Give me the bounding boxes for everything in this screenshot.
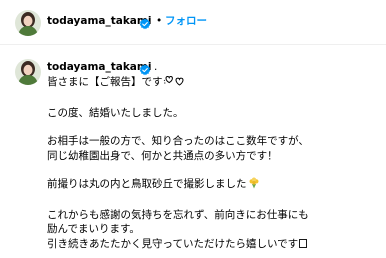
sparkle-icon xyxy=(298,238,308,254)
caption-line-text: 引き続きあたたかく見守っていただけたら嬉しいです xyxy=(47,237,299,250)
bouquet-icon xyxy=(247,177,261,194)
caption-line: 前撮りは丸の内と鳥取砂丘で撮影しました xyxy=(47,177,379,194)
caption-separator: . xyxy=(154,61,158,73)
avatar[interactable] xyxy=(15,59,41,85)
caption-block: todayama_takami . 皆さまに【ご報告】です この度、結婚いたしま… xyxy=(0,45,386,258)
caption-line: これからも感謝の気持ちを忘れず、前向きにお仕事にも xyxy=(47,208,309,221)
caption-line-text: 皆さまに【ご報告】です xyxy=(47,76,163,88)
caption-line: この度、結婚いたしました。 xyxy=(47,106,184,119)
verified-badge-icon xyxy=(139,15,151,30)
caption-line: 引き続きあたたかく見守っていただけたら嬉しいです xyxy=(47,237,379,254)
follow-button[interactable]: フォロー xyxy=(165,15,207,28)
caption-text: 皆さまに【ご報告】です この度、結婚いたしました。 お相手は一般の方で、知り合っ… xyxy=(47,75,379,258)
post-header: todayama_takami • フォロー xyxy=(0,0,386,44)
caption-line: お相手は一般の方で、知り合ったのはここ数年ですが、 xyxy=(47,135,309,147)
header-separator: • xyxy=(156,15,163,27)
caption-line-text: 前撮りは丸の内と鳥取砂丘で撮影しました xyxy=(47,178,247,190)
caption-line: 皆さまに【ご報告】です xyxy=(47,75,379,92)
caption-line: 同じ幼稚園出身で、何かと共通点の多い方です！ xyxy=(47,149,278,162)
caption-username[interactable]: todayama_takami xyxy=(47,61,151,74)
caption-line: . xyxy=(47,253,379,258)
header-username[interactable]: todayama_takami xyxy=(47,15,151,28)
verified-badge-icon xyxy=(139,61,151,76)
hearts-icon xyxy=(163,75,187,92)
avatar[interactable] xyxy=(15,10,41,36)
caption-line: 励んでまいります。 xyxy=(47,223,140,235)
